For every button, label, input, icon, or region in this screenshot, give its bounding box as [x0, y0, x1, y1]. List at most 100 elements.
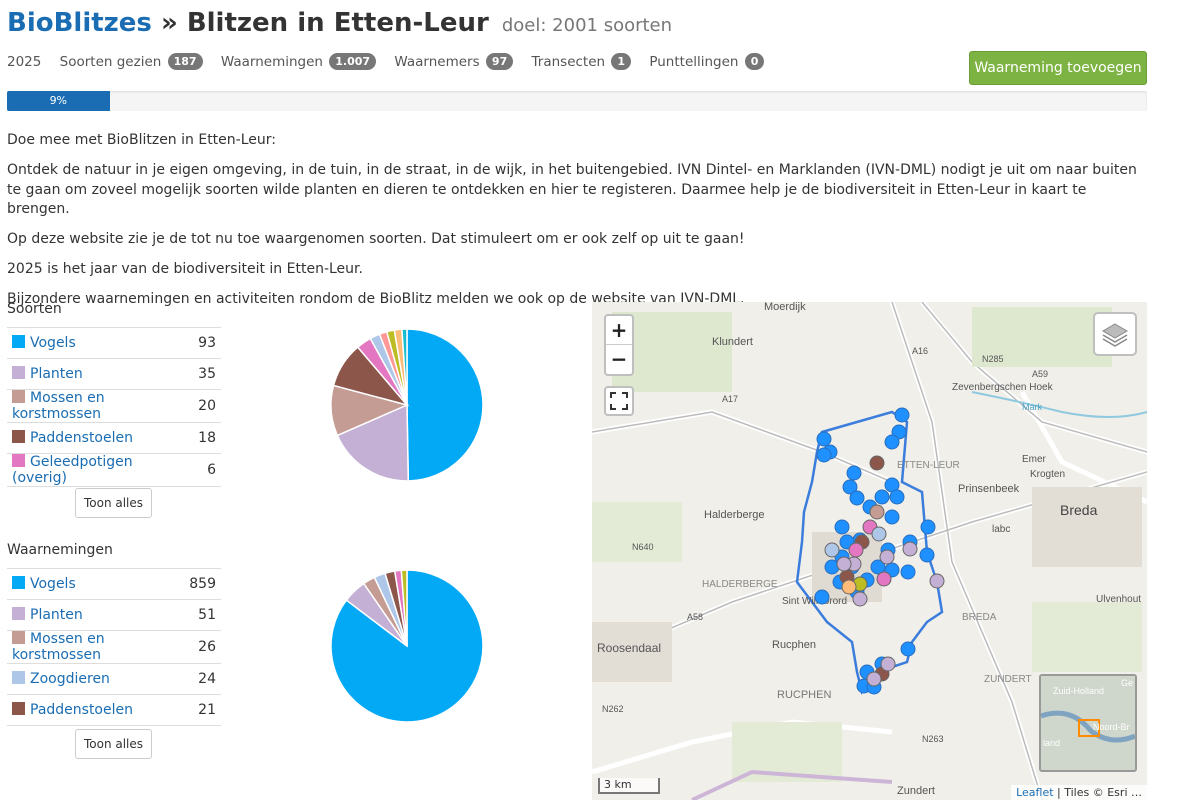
legend-label: Planten: [30, 607, 83, 623]
goal-text: doel: 2001 soorten: [501, 15, 673, 36]
bioblitz-title: Blitzen in Etten-Leur: [186, 8, 489, 38]
map-label: Breda: [1060, 502, 1098, 518]
observations-show-all-button[interactable]: Toon alles: [75, 729, 152, 759]
swatch: [12, 366, 25, 379]
intro-paragraph: 2025 is het jaar van de biodiversiteit i…: [7, 261, 363, 277]
legend-label: Planten: [30, 366, 83, 382]
stat-badge: 187: [167, 53, 203, 70]
map-label: Zundert: [897, 785, 935, 797]
map-label: BREDA: [962, 612, 997, 623]
map-label: Rucphen: [772, 639, 816, 651]
legend-row[interactable]: Vogels 859: [7, 568, 221, 600]
year-label[interactable]: 2025: [7, 54, 41, 70]
stats-bar: 2025 Soorten gezien 187 Waarnemingen 1.0…: [7, 53, 778, 70]
legend-row[interactable]: Zoogdieren 24: [7, 663, 221, 695]
goal-progress: 9%: [7, 91, 1147, 111]
swatch: [12, 335, 25, 348]
legend-row[interactable]: Mossen en korstmossen 20: [7, 389, 221, 423]
zoom-in-button[interactable]: +: [606, 316, 632, 345]
legend-row[interactable]: Geleedpotigen (overig) 6: [7, 453, 221, 487]
page-title: BioBlitzes » Blitzen in Etten-Leur doel:…: [7, 8, 672, 38]
legend-row[interactable]: Vogels 93: [7, 327, 221, 359]
stat-label: Punttellingen: [649, 54, 739, 70]
minimap-image: Zuid-Holland Noord-Br land Ge: [1041, 676, 1135, 770]
map-label: Krogten: [1030, 469, 1065, 480]
title-separator: »: [160, 8, 178, 38]
leaflet-link[interactable]: Leaflet: [1016, 786, 1053, 799]
map-label: Prinsenbeek: [958, 483, 1020, 495]
map-label: ZUNDERT: [984, 674, 1032, 685]
add-observation-button[interactable]: Waarneming toevoegen: [969, 51, 1147, 85]
species-legend: Vogels 93 Planten 35 Mossen en korstmossen…: [7, 327, 221, 487]
stat-badge: 0: [744, 53, 765, 70]
legend-count: 859: [184, 568, 221, 600]
map-label: Mark: [1022, 402, 1042, 412]
map-label: Roosendaal: [597, 641, 661, 655]
legend-row[interactable]: Paddenstoelen 21: [7, 694, 221, 726]
stat-waarnemingen[interactable]: Waarnemingen 1.007: [220, 53, 377, 70]
minimap[interactable]: Zuid-Holland Noord-Br land Ge: [1039, 674, 1137, 772]
map-label: A59: [1032, 369, 1048, 379]
stat-waarnemers[interactable]: Waarnemers 97: [394, 53, 514, 70]
map-label: A17: [722, 394, 738, 404]
stat-soorten[interactable]: Soorten gezien 187: [59, 53, 203, 70]
map-label: HALDERBERGE: [702, 579, 778, 590]
swatch: [12, 702, 25, 715]
legend-row[interactable]: Paddenstoelen 18: [7, 422, 221, 454]
stat-punttellingen[interactable]: Punttellingen 0: [649, 53, 765, 70]
legend-label: Paddenstoelen: [30, 702, 133, 718]
minimap-label: Ge: [1121, 678, 1133, 688]
minimap-label: Zuid-Holland: [1053, 686, 1104, 696]
intro-paragraph: Op deze website zie je de tot nu toe waa…: [7, 231, 745, 247]
stat-label: Soorten gezien: [59, 54, 162, 70]
map-label: Moerdijk: [764, 302, 806, 313]
species-show-all-button[interactable]: Toon alles: [75, 488, 152, 518]
map-label: Zevenbergschen Hoek: [952, 382, 1054, 393]
map-label: Klundert: [712, 336, 753, 348]
species-title: Soorten: [7, 301, 62, 317]
zoom-out-button[interactable]: −: [606, 345, 632, 374]
legend-row[interactable]: Planten 51: [7, 599, 221, 631]
swatch: [12, 430, 25, 443]
minimap-label: land: [1043, 738, 1060, 748]
legend-row[interactable]: Mossen en korstmossen 26: [7, 630, 221, 664]
intro-text: Doe mee met BioBlitzen in Etten-Leur: On…: [7, 131, 1147, 320]
map-label: N262: [602, 704, 624, 714]
map-scale: 3 km: [598, 778, 660, 794]
map-attribution: Leaflet | Tiles © Esri …: [1011, 785, 1147, 800]
map-label: RUCPHEN: [777, 689, 831, 701]
progress-bar-fill: 9%: [7, 91, 110, 111]
species-pie-chart: [330, 328, 484, 482]
brand-link[interactable]: BioBlitzes: [7, 8, 152, 38]
stat-label: Waarnemingen: [220, 54, 323, 70]
observations-title: Waarnemingen: [7, 542, 113, 558]
intro-paragraph: Ontdek de natuur in je eigen omgeving, i…: [7, 162, 1137, 217]
map-label: Sint Willebrord: [782, 596, 847, 607]
legend-count: 24: [184, 663, 221, 695]
stat-badge: 1: [611, 53, 632, 70]
map-label: ETTEN-LEUR: [897, 460, 960, 471]
layers-icon: [1102, 323, 1128, 347]
legend-label: Zoogdieren: [30, 671, 110, 687]
legend-label: Paddenstoelen: [30, 430, 133, 446]
stat-transecten[interactable]: Transecten 1: [531, 53, 632, 70]
fullscreen-button[interactable]: [604, 386, 634, 416]
stat-label: Transecten: [531, 54, 606, 70]
layers-button[interactable]: [1093, 312, 1137, 356]
observations-legend: Vogels 859 Planten 51 Mossen en korstmosse…: [7, 568, 221, 726]
legend-row[interactable]: Planten 35: [7, 358, 221, 390]
map-label: Emer: [1022, 454, 1047, 465]
observations-map[interactable]: Moerdijk Klundert Zevenbergschen Hoek Ha…: [592, 302, 1147, 800]
pie-slice[interactable]: [406, 328, 484, 482]
legend-count: 35: [193, 358, 221, 390]
stat-label: Waarnemers: [394, 54, 480, 70]
legend-count: 20: [193, 389, 221, 423]
legend-count: 26: [184, 630, 221, 664]
fullscreen-icon: [610, 392, 628, 410]
map-label: A16: [912, 346, 928, 356]
minimap-label: Noord-Br: [1093, 722, 1130, 732]
map-label: labc: [992, 524, 1010, 535]
map-label: N640: [632, 542, 654, 552]
legend-count: 18: [193, 422, 221, 454]
zoom-control: + −: [604, 314, 634, 376]
